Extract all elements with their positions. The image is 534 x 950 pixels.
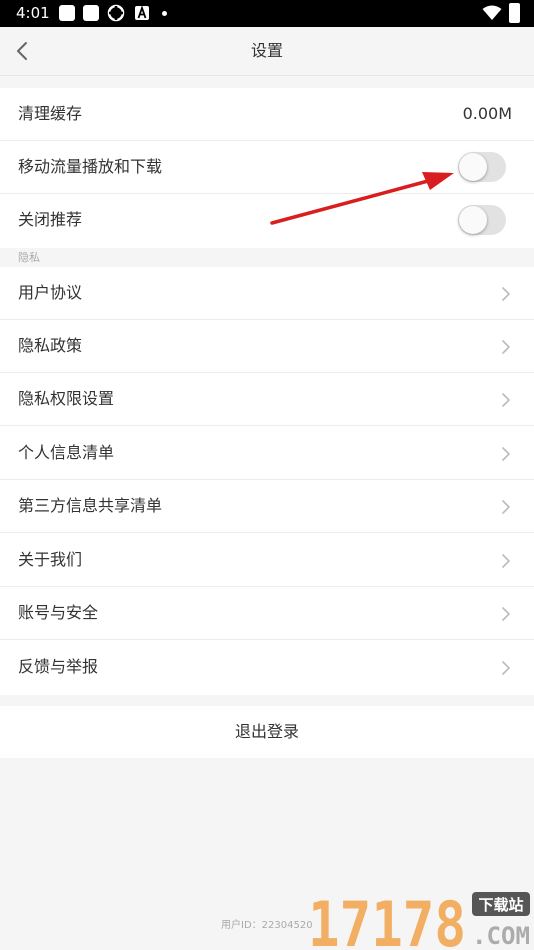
toggle-knob bbox=[459, 153, 487, 181]
chevron-right-icon bbox=[502, 393, 510, 407]
more-notifications-dot bbox=[162, 11, 167, 16]
menu-item-account-security[interactable]: 账号与安全 bbox=[0, 587, 534, 640]
menu-item-user-agreement[interactable]: 用户协议 bbox=[0, 267, 534, 320]
disable-recommend-label: 关闭推荐 bbox=[18, 210, 83, 229]
watermark-logo: 17178 下载站 .COM bbox=[308, 888, 530, 950]
settings-group-privacy: 用户协议 隐私政策 隐私权限设置 个人信息清单 第三方信息共享清单 关于我们 账… bbox=[0, 267, 534, 695]
logout-label: 退出登录 bbox=[234, 722, 299, 741]
status-bar: 4:01 bbox=[0, 0, 534, 27]
disable-recommend-toggle[interactable] bbox=[458, 205, 506, 235]
menu-item-personal-info-list[interactable]: 个人信息清单 bbox=[0, 427, 534, 480]
user-id-value: 22304520 bbox=[261, 920, 313, 931]
header-bar: 设置 bbox=[0, 27, 534, 76]
user-id-text: 用户ID：22304520 bbox=[221, 919, 313, 933]
menu-item-about-us[interactable]: 关于我们 bbox=[0, 534, 534, 587]
menu-item-label: 反馈与举报 bbox=[18, 657, 99, 676]
chevron-right-icon bbox=[502, 500, 510, 514]
menu-item-privacy-policy[interactable]: 隐私政策 bbox=[0, 320, 534, 373]
watermark-tag: 下载站 bbox=[478, 896, 523, 914]
menu-item-label: 关于我们 bbox=[18, 550, 83, 569]
menu-item-label: 隐私权限设置 bbox=[18, 389, 115, 408]
notification-icon bbox=[59, 5, 75, 21]
status-time: 4:01 bbox=[16, 4, 50, 22]
page-title: 设置 bbox=[250, 41, 283, 60]
chevron-right-icon bbox=[502, 287, 510, 301]
mobile-data-label: 移动流量播放和下载 bbox=[18, 157, 163, 176]
cache-size-value: 0.00M bbox=[462, 104, 512, 123]
menu-item-label: 第三方信息共享清单 bbox=[18, 496, 163, 515]
wifi-icon bbox=[482, 5, 502, 20]
battery-icon bbox=[509, 3, 520, 23]
annotation-arrow-icon bbox=[270, 172, 454, 225]
privacy-section-label: 隐私 bbox=[18, 251, 40, 264]
chevron-right-icon bbox=[502, 661, 510, 675]
app-a-icon bbox=[135, 5, 149, 20]
chevron-right-icon bbox=[502, 554, 510, 568]
menu-item-label: 个人信息清单 bbox=[18, 443, 115, 462]
watermark-number: 17178 bbox=[308, 888, 466, 950]
notification-icon bbox=[83, 5, 99, 21]
menu-item-label: 隐私政策 bbox=[18, 336, 83, 355]
chevron-right-icon bbox=[502, 607, 510, 621]
clear-cache-label: 清理缓存 bbox=[18, 104, 83, 123]
menu-item-label: 用户协议 bbox=[18, 283, 83, 302]
clear-cache-row[interactable]: 清理缓存 0.00M bbox=[0, 88, 534, 141]
divider bbox=[0, 639, 534, 640]
menu-item-label: 账号与安全 bbox=[18, 603, 99, 622]
chevron-right-icon bbox=[502, 447, 510, 461]
user-id-label: 用户ID： bbox=[221, 920, 262, 931]
divider bbox=[0, 425, 534, 426]
toggle-knob bbox=[459, 206, 487, 234]
menu-item-privacy-permissions[interactable]: 隐私权限设置 bbox=[0, 373, 534, 426]
sync-icon bbox=[107, 4, 125, 22]
divider bbox=[0, 532, 534, 533]
chevron-right-icon bbox=[502, 340, 510, 354]
mobile-data-toggle[interactable] bbox=[458, 152, 506, 182]
logout-button[interactable]: 退出登录 bbox=[0, 706, 534, 758]
menu-item-feedback-report[interactable]: 反馈与举报 bbox=[0, 641, 534, 694]
menu-item-third-party-sharing[interactable]: 第三方信息共享清单 bbox=[0, 480, 534, 533]
watermark-domain: .COM bbox=[472, 922, 530, 950]
